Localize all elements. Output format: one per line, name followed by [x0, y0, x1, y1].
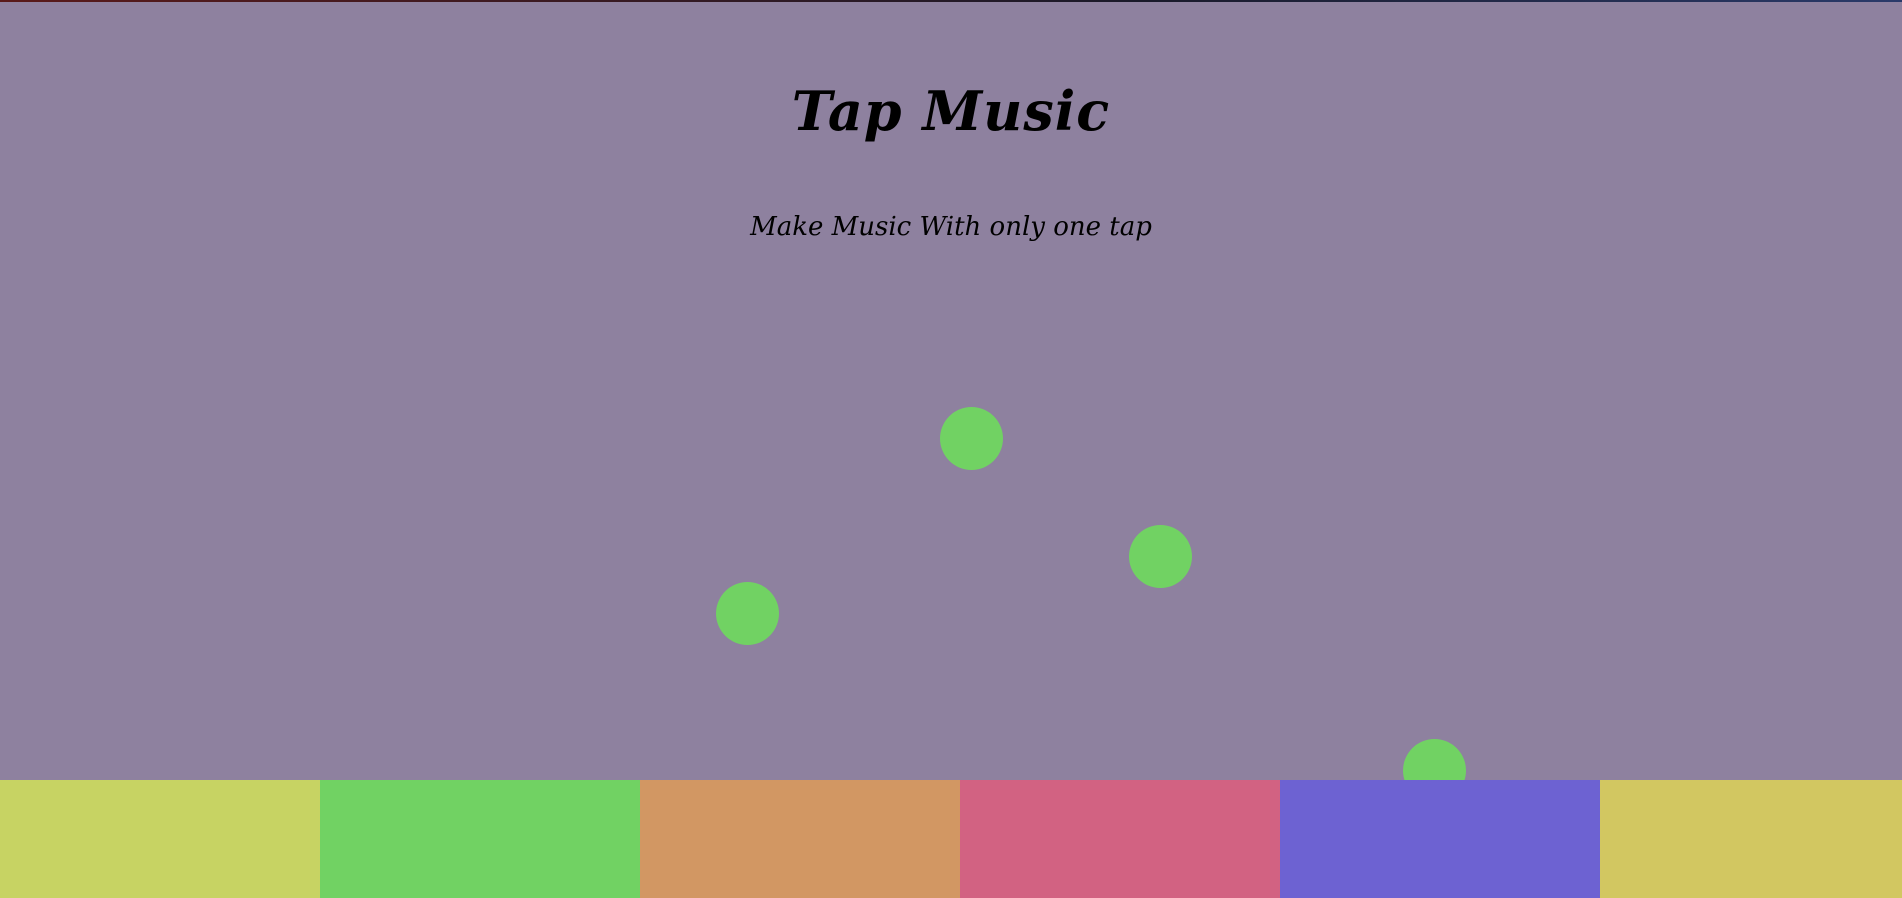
music-ball [716, 582, 779, 645]
page-title: Tap Music [791, 79, 1111, 143]
pad-3[interactable] [640, 780, 960, 898]
pad-5[interactable] [1280, 780, 1600, 898]
pad-2[interactable] [320, 780, 640, 898]
page-subtitle: Make Music With only one tap [750, 212, 1152, 242]
pad-6[interactable] [1600, 780, 1902, 898]
music-ball [1129, 525, 1192, 588]
music-ball [940, 407, 1003, 470]
pad-bar [0, 780, 1902, 898]
pad-1[interactable] [0, 780, 320, 898]
pad-4[interactable] [960, 780, 1280, 898]
top-border-strip [0, 0, 1902, 2]
